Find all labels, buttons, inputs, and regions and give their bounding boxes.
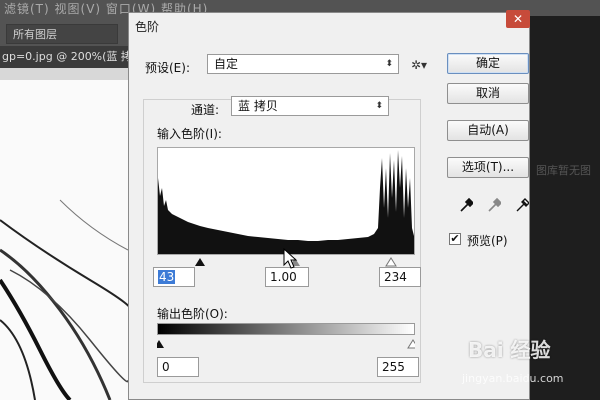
channel-label: 通道:: [191, 103, 220, 117]
cancel-button[interactable]: 取消: [447, 83, 529, 104]
gray-eyedropper-icon[interactable]: [487, 197, 503, 217]
output-white-handle: [407, 339, 419, 349]
input-black-field[interactable]: 43: [153, 267, 195, 287]
black-eyedropper-icon[interactable]: [459, 197, 475, 217]
output-white-value: 255: [382, 360, 405, 374]
input-white-value: 234: [384, 270, 407, 284]
chevron-updown-icon: ⬍: [375, 101, 383, 111]
preset-select[interactable]: 自定 ⬍: [207, 54, 399, 74]
ok-button[interactable]: 确定: [447, 53, 529, 74]
output-slider-handles: [154, 339, 419, 349]
output-slider[interactable]: [154, 335, 419, 349]
layers-dropdown[interactable]: 所有图层: [6, 24, 118, 44]
input-black-value: 43: [158, 270, 176, 284]
channel-select[interactable]: 蓝 拷贝 ⬍: [231, 96, 389, 116]
document-tab[interactable]: gp=0.jpg @ 200%(蓝 拷: [0, 46, 130, 68]
output-black-value: 0: [162, 360, 170, 374]
black-point-handle: [195, 258, 205, 266]
preset-label: 预设(E):: [145, 61, 190, 75]
close-button[interactable]: ✕: [506, 10, 530, 28]
white-point-handle: [385, 257, 397, 267]
right-panel-text: 图库暂无图: [536, 164, 591, 177]
preview-label: 预览(P): [467, 234, 508, 248]
output-black-handle: [154, 340, 164, 348]
white-eyedropper-icon[interactable]: [515, 197, 530, 217]
channel-value: 蓝 拷贝: [238, 99, 278, 113]
watermark-logo: Bai 经验: [468, 338, 551, 362]
chevron-updown-icon: ⬍: [385, 59, 393, 69]
watermark-url: jingyan.baidu.com: [462, 372, 564, 385]
right-menubar: [528, 0, 600, 16]
mouse-cursor-icon: [283, 247, 299, 274]
histogram-graph: [158, 150, 414, 254]
output-levels-label: 输出色阶(O):: [157, 307, 228, 321]
preset-value: 自定: [214, 57, 239, 71]
canvas[interactable]: [0, 80, 128, 400]
gear-icon[interactable]: ✲▾: [411, 58, 427, 72]
preview-checkbox[interactable]: ✔: [449, 233, 461, 245]
input-white-field[interactable]: 234: [379, 267, 421, 287]
output-black-field[interactable]: 0: [157, 357, 199, 377]
dialog-title: 色阶: [135, 20, 160, 34]
canvas-image: [0, 199, 128, 400]
options-button[interactable]: 选项(T)...: [447, 157, 529, 178]
output-gradient: [157, 323, 415, 335]
input-levels-label: 输入色阶(I):: [157, 127, 222, 141]
histogram: [157, 147, 415, 255]
auto-button[interactable]: 自动(A): [447, 120, 529, 141]
output-white-field[interactable]: 255: [377, 357, 419, 377]
